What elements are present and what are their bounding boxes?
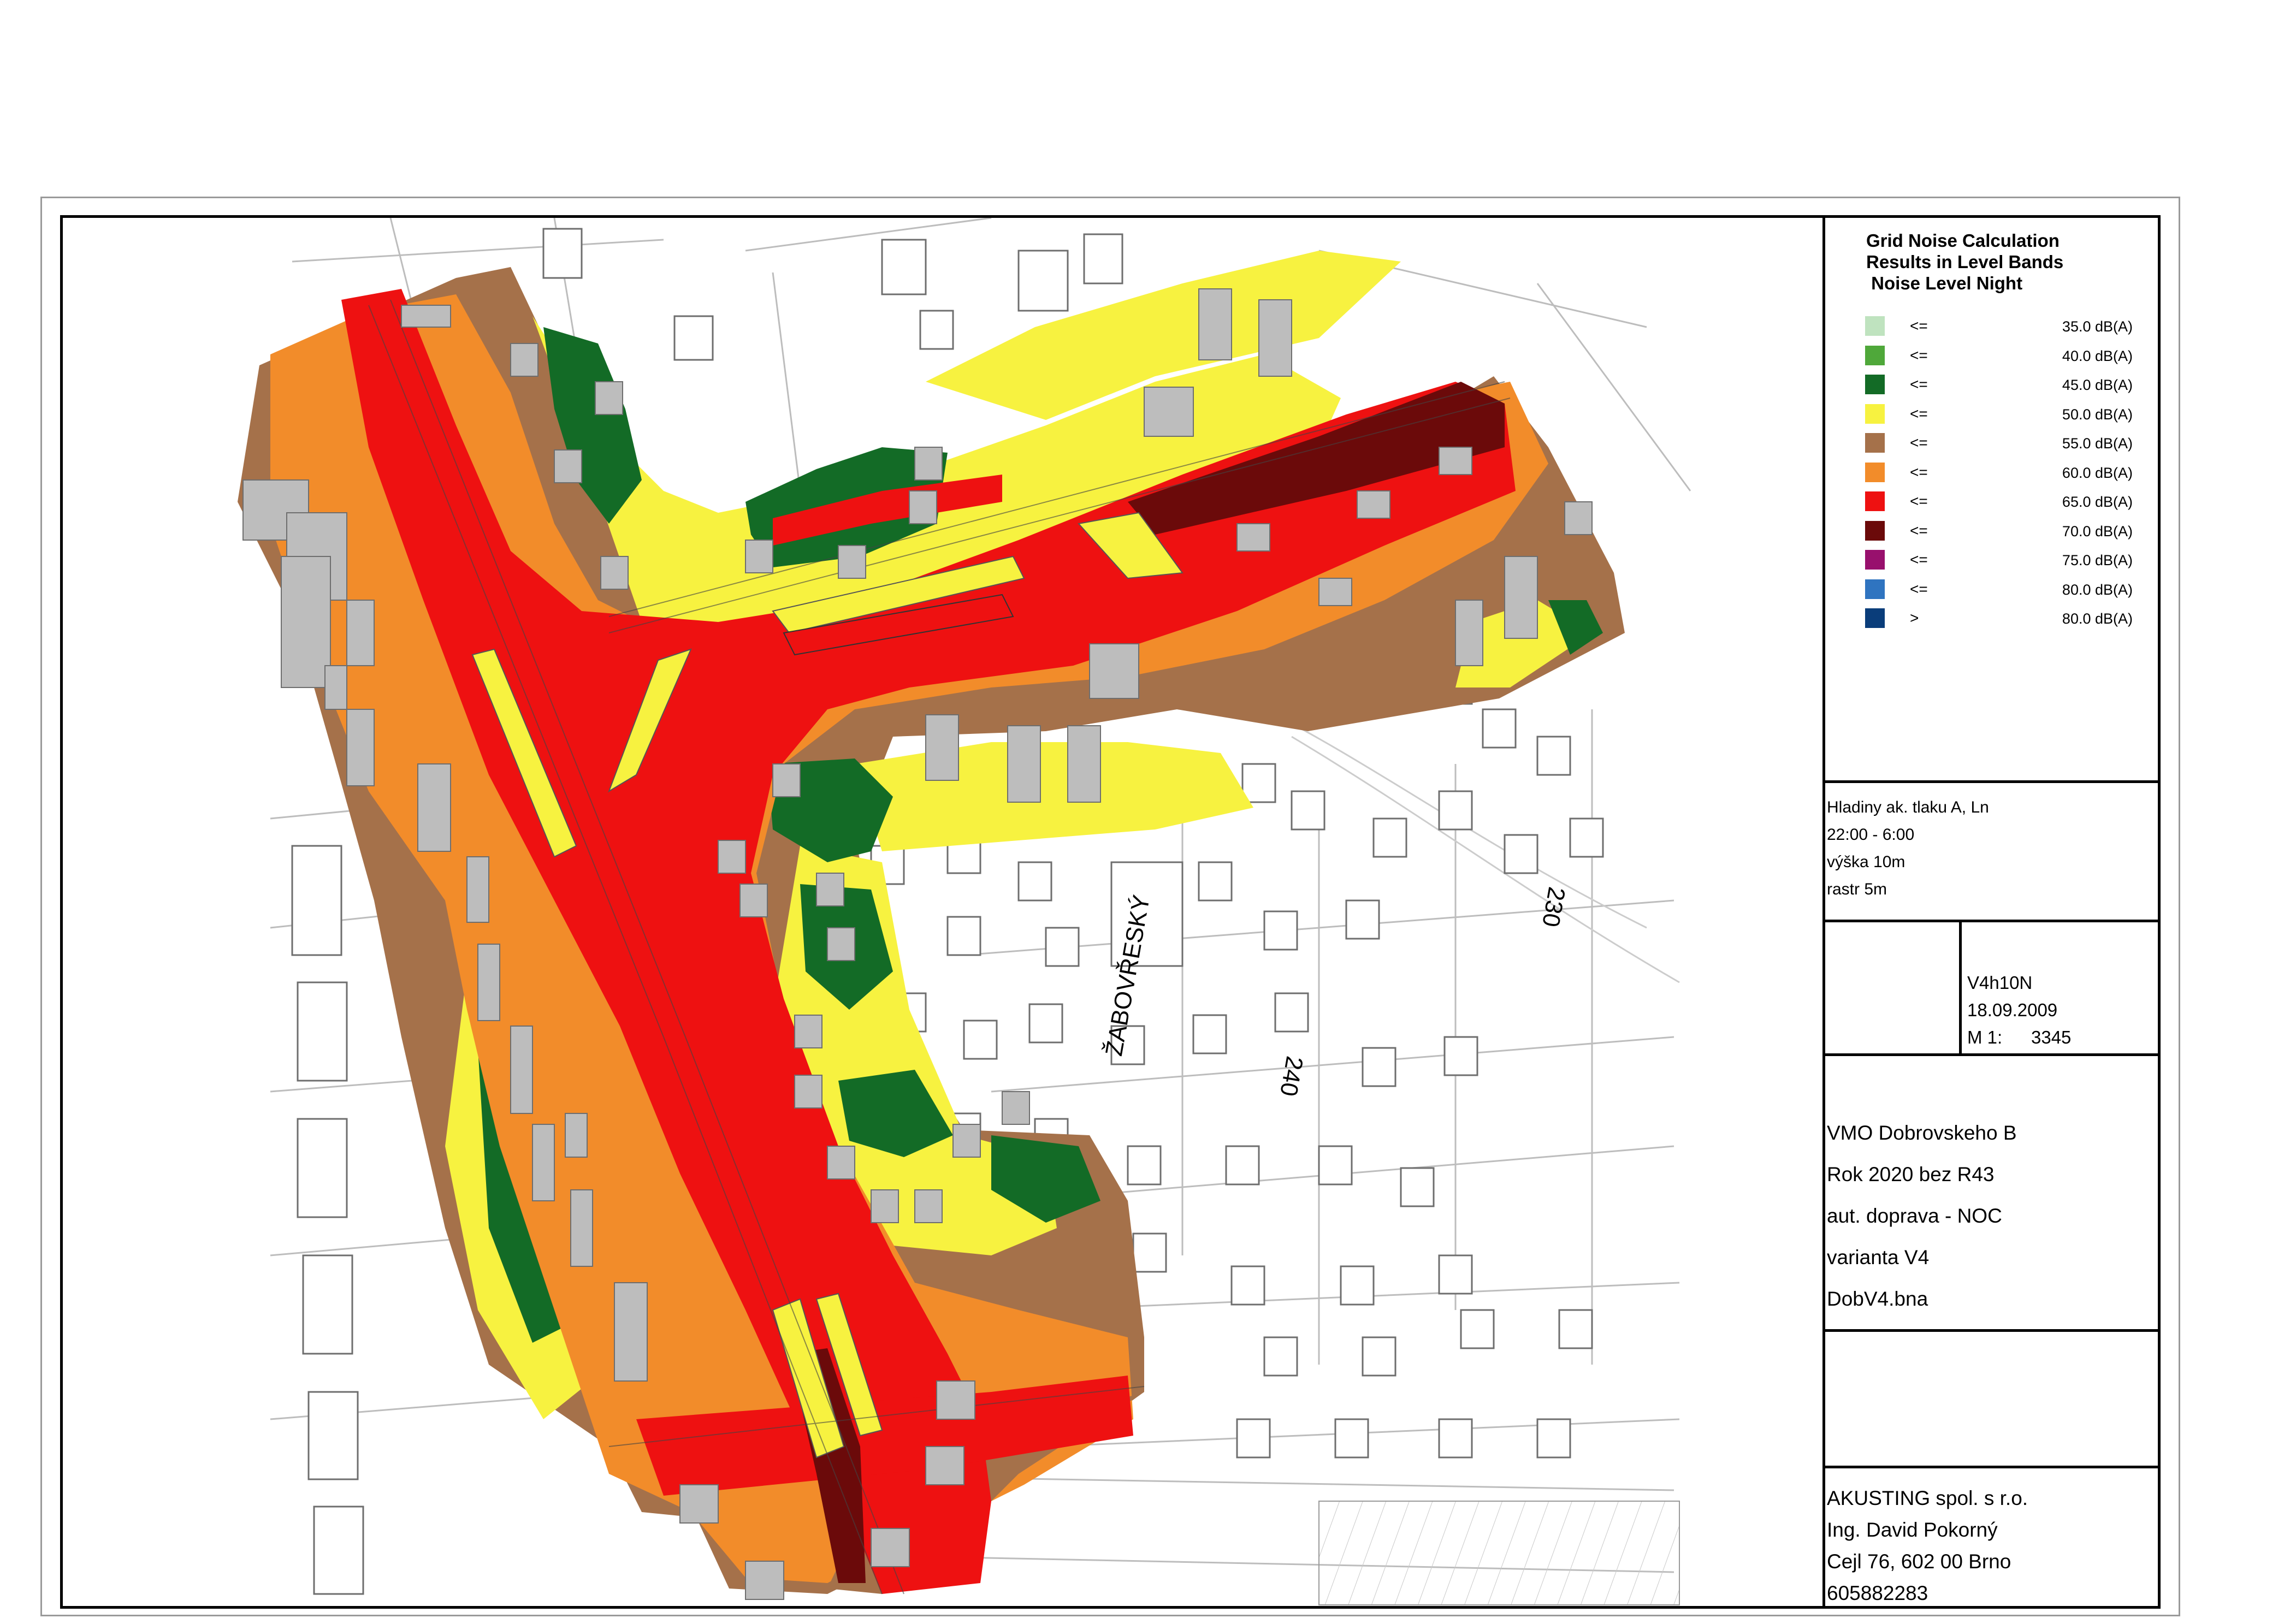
legend-row: <= 55.0 dB(A)	[1865, 432, 2149, 454]
project-line-1: VMO Dobrovskeho B	[1827, 1122, 2017, 1144]
legend-row: <= 80.0 dB(A)	[1865, 578, 2149, 600]
legend-operator: <=	[1910, 580, 1928, 597]
legend-value: 35.0 dB(A)	[2062, 318, 2133, 335]
legend-operator: <=	[1910, 317, 1928, 334]
legend-swatch	[1865, 345, 1885, 365]
parameters-panel: Hladiny ak. tlaku A, Ln 22:00 - 6:00 výš…	[1822, 783, 2158, 920]
legend-row: >80.0 dB(A)	[1865, 607, 2149, 629]
legend-swatch	[1865, 375, 1885, 394]
legend-value: 55.0 dB(A)	[2062, 435, 2133, 452]
legend-row: <= 50.0 dB(A)	[1865, 403, 2149, 425]
legend-value: 70.0 dB(A)	[2062, 523, 2133, 540]
legend-value: 40.0 dB(A)	[2062, 347, 2133, 364]
legend-value: 45.0 dB(A)	[2062, 377, 2133, 393]
divider	[1822, 1329, 2158, 1332]
project-line-3: aut. doprava - NOC	[1827, 1205, 2002, 1227]
noise-map: ŽABOVŘESKÝ 230 240	[63, 218, 1822, 1606]
company-name: AKUSTING spol. s r.o.	[1827, 1487, 2028, 1509]
legend-row: <= 65.0 dB(A)	[1865, 490, 2149, 512]
legend-operator: <=	[1910, 493, 1928, 509]
company-panel: AKUSTING spol. s r.o. Ing. David Pokorný…	[1822, 1468, 2158, 1606]
project-panel: VMO Dobrovskeho B Rok 2020 bez R43 aut. …	[1822, 1056, 2158, 1329]
legend-row: <= 40.0 dB(A)	[1865, 345, 2149, 366]
legend-swatch	[1865, 433, 1885, 453]
project-line-4: varianta V4	[1827, 1246, 1930, 1269]
legend-swatch	[1865, 608, 1885, 628]
legend-value: 60.0 dB(A)	[2062, 464, 2133, 481]
legend-row: <= 70.0 dB(A)	[1865, 520, 2149, 542]
company-address: Cejl 76, 602 00 Brno	[1827, 1550, 2011, 1573]
legend-operator: <=	[1910, 551, 1928, 568]
legend-swatch	[1865, 462, 1885, 482]
legend-operator: <=	[1910, 346, 1928, 364]
legend-swatch	[1865, 404, 1885, 424]
legend-swatch	[1865, 520, 1885, 541]
legend-operator: <=	[1910, 405, 1928, 422]
legend-title: Grid Noise Calculation Results in Level …	[1866, 230, 2064, 293]
legend-value: 80.0 dB(A)	[2062, 611, 2133, 627]
legend-swatch	[1865, 316, 1885, 336]
legend-value: 50.0 dB(A)	[2062, 406, 2133, 423]
company-phone: 605882283	[1827, 1582, 1928, 1604]
legend-operator: >	[1910, 609, 1919, 626]
row-houses	[1318, 1501, 1680, 1605]
column-divider	[1959, 922, 1962, 1053]
drawing-date: 18.09.2009	[1967, 1000, 2058, 1020]
legend-swatch	[1865, 579, 1885, 599]
param-line-3: výška 10m	[1827, 853, 1906, 871]
param-line-4: rastr 5m	[1827, 880, 1887, 898]
project-line-5: DobV4.bna	[1827, 1288, 1928, 1310]
legend-swatch	[1865, 491, 1885, 511]
scale-label: M 1:	[1967, 1027, 2003, 1047]
legend-operator: <=	[1910, 376, 1928, 393]
legend-row: <= 45.0 dB(A)	[1865, 374, 2149, 395]
scale-value: 3345	[2031, 1027, 2072, 1047]
legend-value: 80.0 dB(A)	[2062, 581, 2133, 598]
legend-row: <= 60.0 dB(A)	[1865, 461, 2149, 483]
drawing-code: V4h10N	[1967, 973, 2033, 993]
legend-value: 75.0 dB(A)	[2062, 552, 2133, 568]
legend-row: <= 75.0 dB(A)	[1865, 549, 2149, 571]
legend-swatch	[1865, 550, 1885, 570]
param-line-1: Hladiny ak. tlaku A, Ln	[1827, 798, 1989, 816]
legend-panel: Grid Noise Calculation Results in Level …	[1822, 218, 2158, 780]
param-line-2: 22:00 - 6:00	[1827, 826, 1915, 844]
drawing-info-panel: V4h10N 18.09.2009 M 1: 3345	[1822, 922, 2158, 1053]
project-line-2: Rok 2020 bez R43	[1827, 1163, 1995, 1186]
legend-operator: <=	[1910, 434, 1928, 451]
legend-row: <= 35.0 dB(A)	[1865, 315, 2149, 337]
company-person: Ing. David Pokorný	[1827, 1519, 1998, 1541]
legend-value: 65.0 dB(A)	[2062, 494, 2133, 510]
legend-operator: <=	[1910, 521, 1928, 539]
legend-operator: <=	[1910, 463, 1928, 481]
